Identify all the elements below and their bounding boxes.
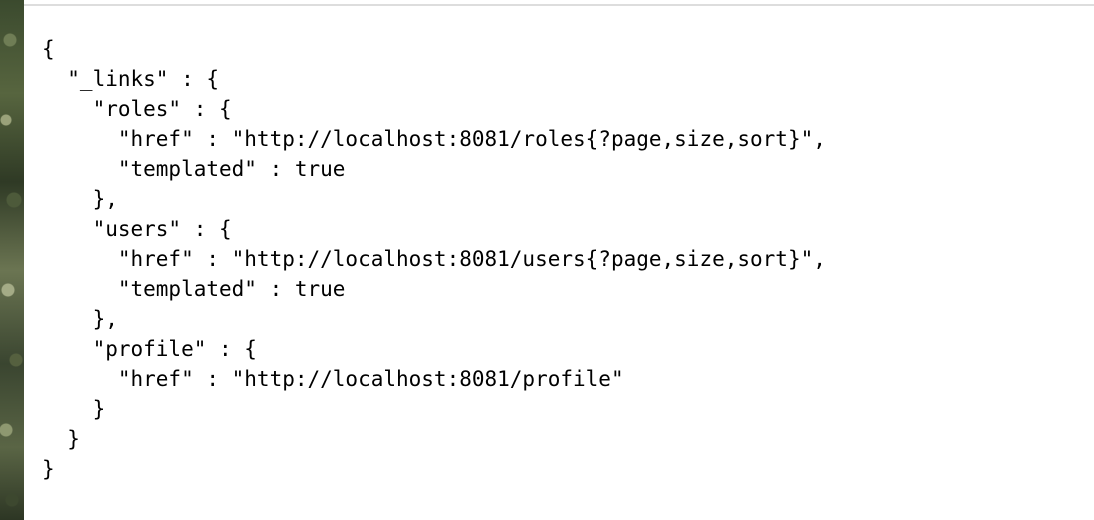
toolbar-divider [24, 4, 1094, 6]
json-line: "users" : { [42, 217, 232, 241]
json-response-view: { "_links" : { "roles" : { "href" : "htt… [42, 34, 826, 484]
json-line: "href" : "http://localhost:8081/profile" [42, 367, 624, 391]
json-line: } [42, 427, 80, 451]
json-line: } [42, 397, 106, 421]
browser-content-area: { "_links" : { "roles" : { "href" : "htt… [24, 0, 1094, 520]
json-line: "_links" : { [42, 67, 220, 91]
json-line: }, [42, 307, 118, 331]
json-line: "profile" : { [42, 337, 257, 361]
json-line: "href" : "http://localhost:8081/roles{?p… [42, 127, 826, 151]
screen: { "_links" : { "roles" : { "href" : "htt… [0, 0, 1094, 520]
json-line: { [42, 37, 55, 61]
json-line: "templated" : true [42, 277, 346, 301]
desktop-background [0, 0, 24, 520]
json-line: "href" : "http://localhost:8081/users{?p… [42, 247, 826, 271]
json-line: "templated" : true [42, 157, 346, 181]
json-line: }, [42, 187, 118, 211]
json-line: } [42, 457, 55, 481]
json-line: "roles" : { [42, 97, 232, 121]
